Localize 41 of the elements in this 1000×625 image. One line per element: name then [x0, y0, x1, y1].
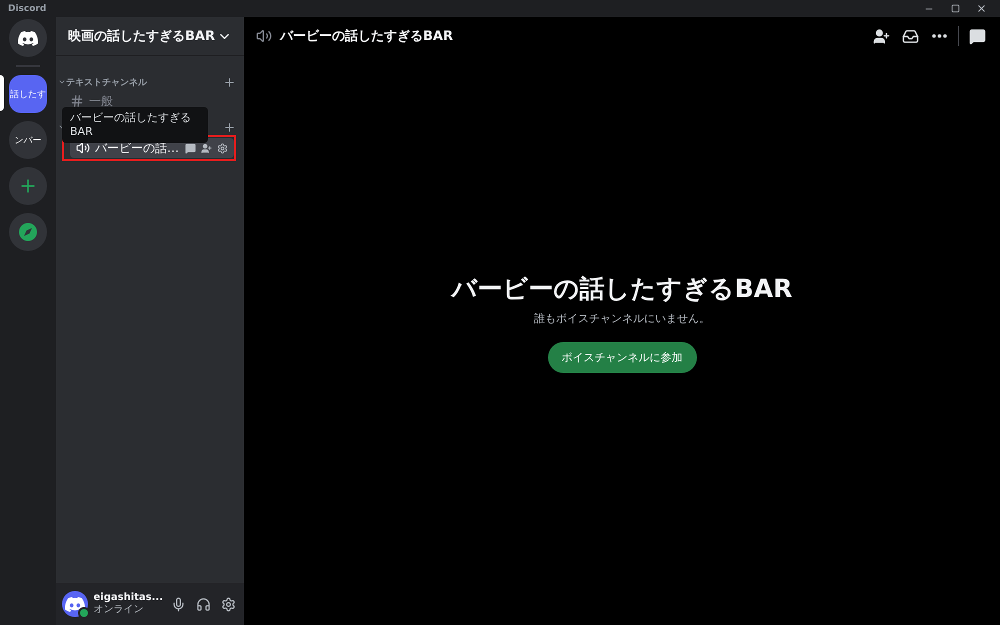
user-avatar[interactable] [62, 591, 88, 617]
join-voice-button[interactable]: ボイスチャンネルに参加 [548, 342, 696, 372]
inbox-icon [902, 28, 919, 44]
settings-icon[interactable] [217, 142, 228, 154]
compass-icon [18, 222, 38, 242]
chat-icon [969, 28, 986, 44]
discord-logo-icon [18, 30, 38, 46]
discord-logo-icon [64, 596, 85, 612]
channel-title: バービーの話したすぎるBAR [280, 28, 454, 45]
add-user-icon[interactable] [201, 142, 212, 154]
speaker-icon [256, 28, 272, 44]
voice-channel-title: バービーの話したすぎるBAR [452, 272, 792, 304]
channel-name: 一般 [89, 92, 114, 110]
microphone-icon [171, 596, 186, 612]
add-channel-icon[interactable] [223, 120, 236, 134]
selected-pill [0, 75, 4, 111]
add-user-icon [873, 28, 890, 44]
user-status: オンライン [94, 604, 144, 616]
hash-icon [70, 94, 84, 108]
add-channel-icon[interactable] [223, 76, 236, 88]
more-icon [932, 34, 947, 38]
chevron-down-icon[interactable] [58, 78, 66, 86]
headphones-icon [196, 596, 211, 612]
chat-icon[interactable] [185, 142, 196, 154]
explore-button[interactable] [9, 213, 47, 251]
close-icon[interactable] [976, 3, 986, 14]
category-name[interactable]: テキストチャンネル [66, 76, 223, 88]
empty-message: 誰もボイスチャンネルにいません。 [534, 310, 710, 326]
speaker-icon [76, 141, 90, 155]
settings-button[interactable] [219, 594, 238, 614]
user-name: eigashitas... [94, 592, 163, 604]
server-button[interactable]: ンバー [9, 121, 47, 159]
add-server-button[interactable] [9, 167, 47, 205]
maximize-icon[interactable] [950, 4, 960, 13]
channel-name: バービーの話… [95, 140, 180, 156]
server-name: 映画の話したすぎるBAR [68, 28, 215, 45]
server-button[interactable]: 話したす [9, 75, 47, 113]
app-name: Discord [8, 4, 48, 14]
tooltip: バービーの話したすぎるBAR [62, 107, 208, 142]
home-button[interactable] [9, 19, 47, 57]
settings-icon [221, 596, 236, 612]
